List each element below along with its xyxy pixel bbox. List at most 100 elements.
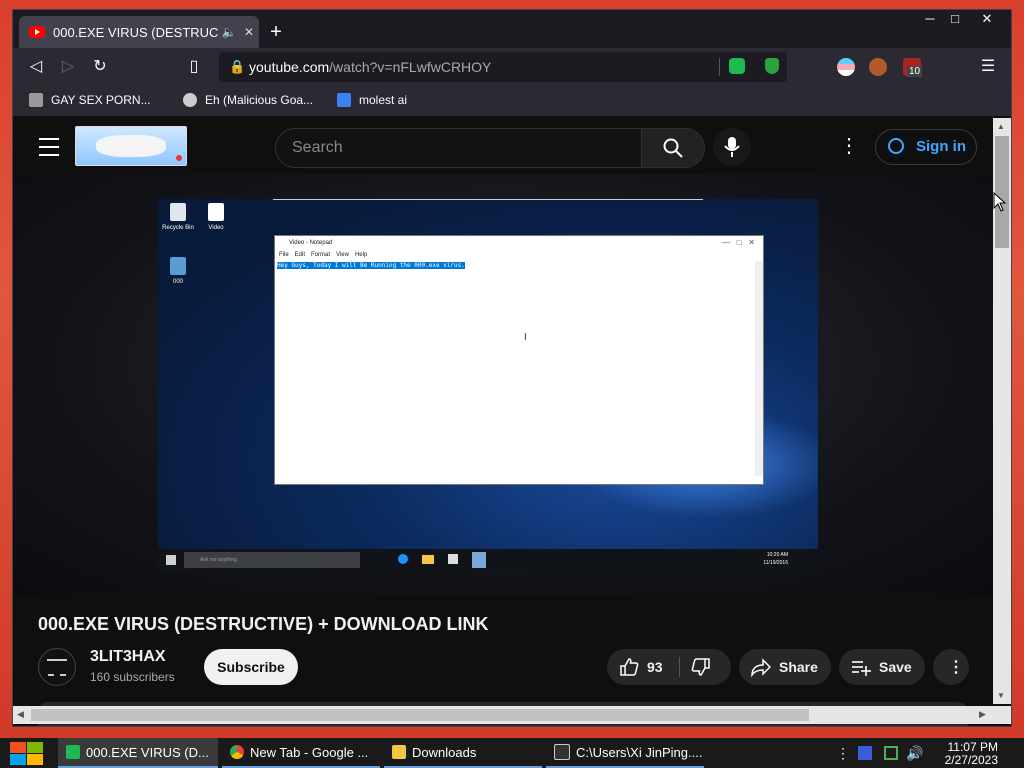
program-icon [170, 257, 186, 275]
share-icon [751, 657, 772, 682]
avatar-extension-icon[interactable] [869, 58, 887, 76]
recycle-bin-desktop-icon: Recycle Bin [158, 203, 198, 231]
taskbar-item-youtube[interactable]: 000.EXE VIRUS (D... [58, 738, 218, 768]
taskbar-item-cmd[interactable]: C:\Users\Xi JinPing.... [546, 738, 704, 768]
start-button[interactable] [8, 742, 44, 766]
new-tab-button[interactable]: + [265, 22, 287, 44]
bookmark-label: GAY SEX PORN... [51, 93, 151, 107]
recycle-bin-icon [170, 203, 186, 221]
scroll-down-icon[interactable]: ▼ [997, 691, 1005, 700]
start-logo-yellow [27, 754, 43, 765]
flag-extension-icon[interactable] [837, 58, 855, 76]
video-taskbar-search: Ask me anything [184, 552, 360, 568]
notepad-taskbar-icon [472, 552, 486, 568]
user-icon [888, 138, 904, 154]
save-button[interactable]: Save [839, 649, 925, 685]
notepad-window: Video - Notepad — □ ✕ File Edit Format View… [274, 235, 764, 485]
chrome-icon [230, 745, 244, 759]
bookmark-favicon-icon [29, 93, 43, 107]
notepad-scrollbar [755, 261, 763, 476]
horizontal-scrollbar[interactable]: ◀ ▶ [13, 706, 993, 724]
youtube-header: Search ⋮ Sign in [13, 118, 993, 174]
windows-taskbar: 000.EXE VIRUS (D... New Tab - Google ...… [0, 738, 1024, 768]
tab-youtube[interactable]: 000.EXE VIRUS (DESTRUC 🔈 ✕ [19, 16, 259, 48]
settings-menu-icon[interactable]: ⋮ [839, 136, 859, 158]
forward-button[interactable]: ▷ [57, 56, 79, 78]
video-player[interactable]: Recycle Bin Video 000 Video - Notepad — … [13, 174, 993, 594]
maximize-window-button[interactable]: □ [941, 10, 969, 30]
scroll-up-icon[interactable]: ▲ [997, 122, 1005, 131]
volume-tray-icon[interactable]: 🔊 [906, 746, 923, 760]
video-desktop-icon: Video [196, 203, 236, 231]
flag-tray-icon[interactable] [858, 746, 872, 760]
browser-window: 000.EXE VIRUS (DESTRUC 🔈 ✕ + ─ □ ✕ ◁ ▷ ↻… [13, 10, 1011, 726]
search-input[interactable]: Search [275, 128, 643, 168]
search-button[interactable] [641, 128, 705, 168]
notepad-window-controls: — □ ✕ [722, 238, 755, 247]
badge-extension-icon[interactable]: 10 [903, 58, 923, 77]
url-separator [719, 58, 720, 76]
tray-overflow-icon[interactable]: ⋮ [836, 746, 850, 760]
close-tab-icon[interactable]: ✕ [239, 25, 259, 39]
microphone-icon [724, 137, 740, 157]
search-icon [663, 138, 683, 158]
bookmark-label: molest ai [359, 93, 408, 107]
shield-extension-icon[interactable] [765, 58, 779, 74]
more-actions-icon: ⋮ [948, 659, 964, 676]
doodle-figure [96, 135, 166, 157]
network-tray-icon[interactable] [884, 746, 898, 760]
doodle-dot [176, 155, 182, 161]
minimize-window-button[interactable]: ─ [916, 10, 944, 30]
channel-avatar[interactable] [38, 648, 76, 686]
file-icon [208, 203, 224, 221]
start-logo-red [10, 742, 26, 753]
voice-search-button[interactable] [713, 128, 751, 166]
text-cursor-icon: I [524, 332, 527, 343]
bookmark-item-2[interactable]: Eh (Malicious Goa... [183, 93, 313, 107]
lock-icon: 🔒 [229, 59, 246, 74]
youtube-favicon-icon [29, 26, 45, 38]
terminal-icon [554, 744, 570, 760]
hamburger-menu-icon[interactable] [39, 138, 59, 156]
scroll-corner [993, 706, 1011, 724]
sign-in-button[interactable]: Sign in [875, 129, 977, 165]
chat-extension-icon[interactable] [729, 58, 745, 74]
taskbar-item-downloads[interactable]: Downloads [384, 738, 542, 768]
thumbs-up-icon [620, 658, 639, 676]
like-button[interactable] [619, 657, 639, 682]
notepad-titlebar: Video - Notepad — □ ✕ [275, 236, 763, 250]
exe-desktop-icon: 000 [158, 257, 198, 285]
extension-badge-count: 10 [907, 66, 923, 77]
bookmark-item-3[interactable]: molest ai [337, 93, 407, 107]
bookmark-icon[interactable]: ▯ [183, 56, 205, 78]
navigation-bar: ◁ ▷ ↻ ▯ 🔒 youtube.com/watch?v=nFLwfwCRHO… [13, 48, 1011, 86]
dislike-button[interactable] [691, 657, 711, 682]
reload-button[interactable]: ↻ [89, 56, 111, 78]
more-actions-button[interactable]: ⋮ [933, 649, 969, 685]
menu-icon[interactable]: ☰ [977, 56, 999, 78]
close-window-button[interactable]: ✕ [973, 10, 1001, 30]
avatar-mouth [48, 669, 66, 676]
channel-name[interactable]: 3LIT3HAX [90, 648, 166, 666]
scroll-left-icon[interactable]: ◀ [17, 709, 24, 720]
taskbar-item-chrome[interactable]: New Tab - Google ... [222, 738, 380, 768]
bookmark-favicon-icon [337, 93, 351, 107]
doodle-logo[interactable] [75, 126, 187, 166]
system-clock[interactable]: 11:07 PM 2/27/2023 [945, 741, 998, 767]
speaker-icon[interactable]: 🔈 [219, 25, 239, 39]
like-divider [679, 657, 680, 677]
frame-edge [273, 199, 703, 200]
like-count: 93 [647, 659, 663, 675]
share-button[interactable]: Share [739, 649, 831, 685]
horizontal-scroll-thumb[interactable] [31, 709, 809, 721]
subscriber-count: 160 subscribers [90, 670, 175, 684]
back-button[interactable]: ◁ [25, 56, 47, 78]
like-dislike-group: 93 [607, 649, 731, 685]
tab-title: 000.EXE VIRUS (DESTRUC [53, 24, 219, 40]
store-icon [448, 554, 458, 564]
bookmark-item-1[interactable]: GAY SEX PORN... [29, 93, 151, 107]
address-bar[interactable]: 🔒 youtube.com/watch?v=nFLwfwCRHOY [219, 52, 787, 82]
video-frame[interactable]: Recycle Bin Video 000 Video - Notepad — … [158, 199, 818, 571]
subscribe-button[interactable]: Subscribe [204, 649, 298, 685]
scroll-right-icon[interactable]: ▶ [979, 709, 986, 720]
